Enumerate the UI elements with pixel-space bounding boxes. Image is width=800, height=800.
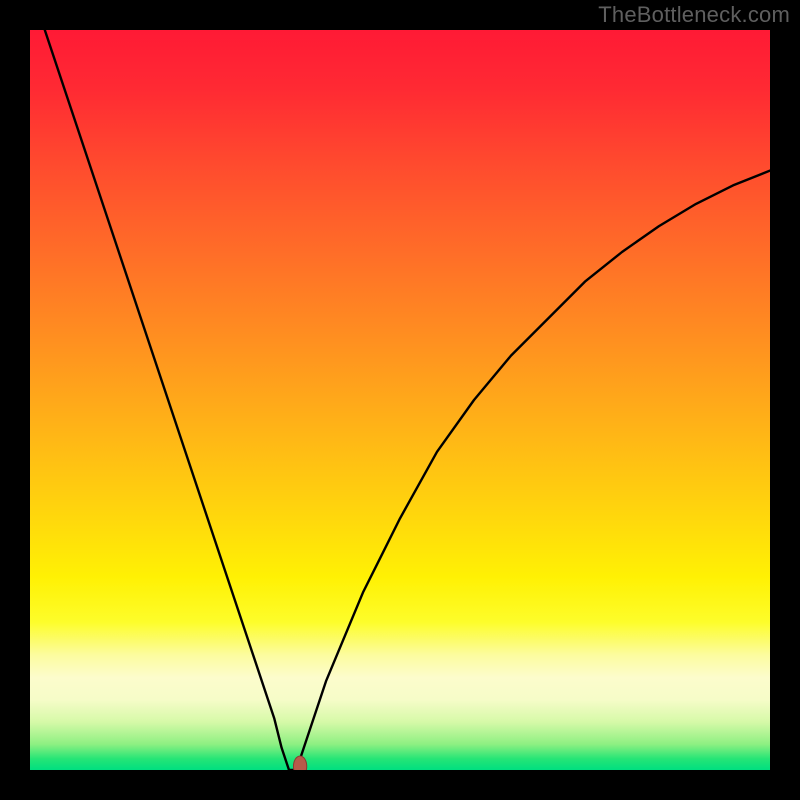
chart-svg [30,30,770,770]
plot-area [30,30,770,770]
watermark-text: TheBottleneck.com [598,2,790,28]
gradient-rect [30,30,770,770]
optimum-marker [293,756,306,770]
chart-frame: TheBottleneck.com [0,0,800,800]
